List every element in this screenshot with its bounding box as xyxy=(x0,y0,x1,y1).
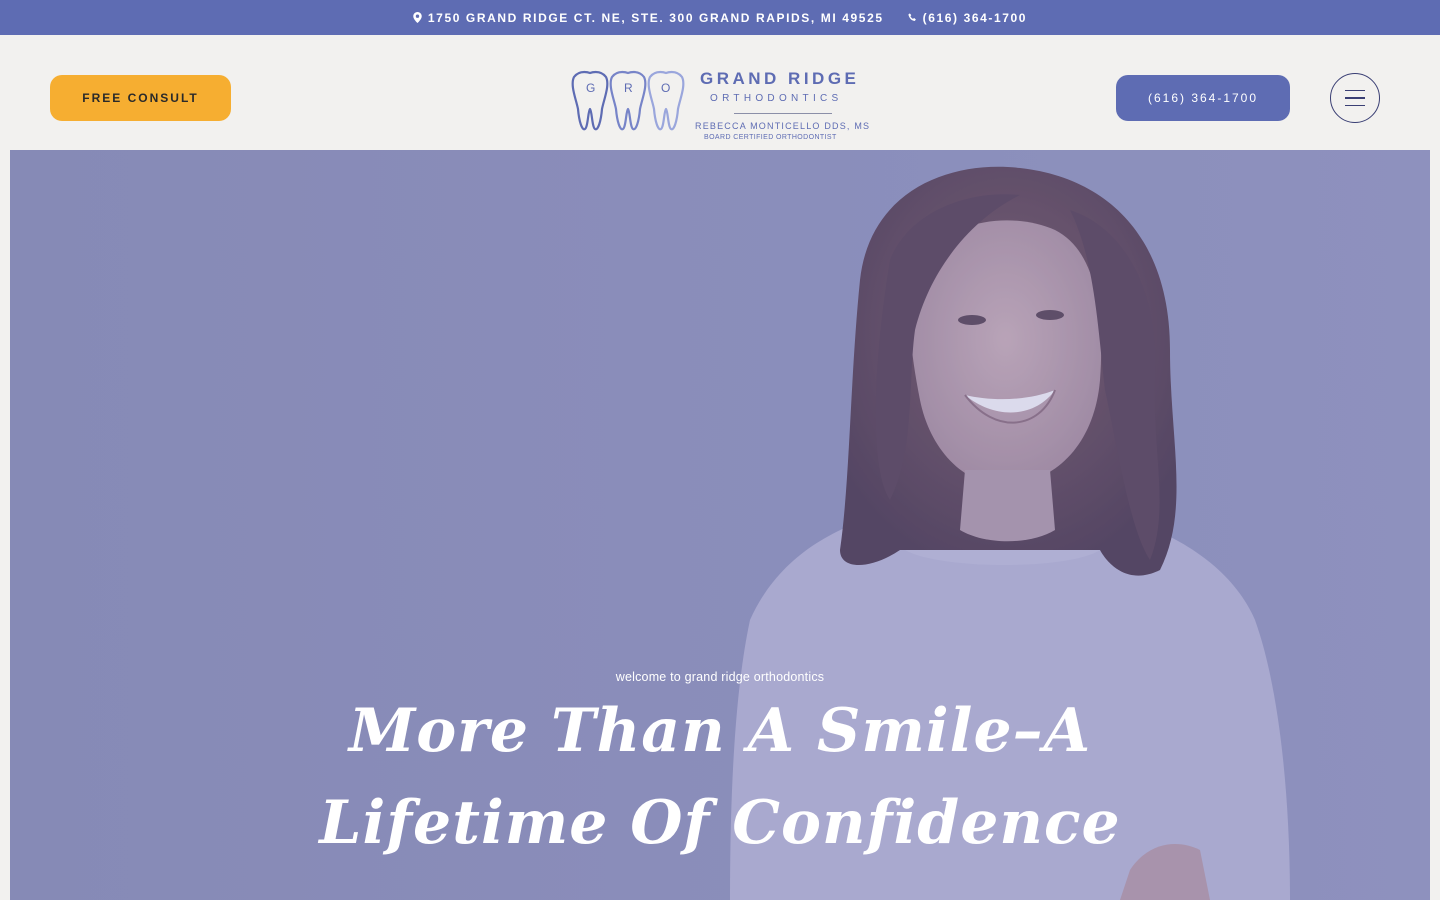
free-consult-button[interactable]: FREE CONSULT xyxy=(50,75,231,121)
logo-title: GRAND RIDGE xyxy=(700,69,860,88)
logo-letter-o: O xyxy=(661,81,670,95)
logo-certification: BOARD CERTIFIED ORTHODONTIST xyxy=(704,134,837,141)
address-item[interactable]: 1750 GRAND RIDGE CT. NE, STE. 300 GRAND … xyxy=(413,11,884,25)
phone-item[interactable]: (616) 364-1700 xyxy=(908,11,1027,25)
menu-line xyxy=(1345,104,1365,107)
phone-icon xyxy=(908,13,916,21)
logo-divider xyxy=(734,113,832,114)
logo-letter-r: R xyxy=(624,81,633,95)
logo-letter-g: G xyxy=(586,81,595,95)
hamburger-menu-icon[interactable] xyxy=(1330,73,1380,123)
hero-kicker: welcome to grand ridge orthodontics xyxy=(615,670,825,684)
phone-text: (616) 364-1700 xyxy=(922,10,1028,25)
address-text: 1750 GRAND RIDGE CT. NE, STE. 300 GRAND … xyxy=(427,10,884,25)
menu-line xyxy=(1345,89,1365,92)
tooth-logo-icon: G R O xyxy=(571,70,685,131)
site-logo[interactable]: G R O GRAND RIDGE ORTHODONTICS REBECCA M… xyxy=(568,67,878,147)
logo-subtitle: ORTHODONTICS xyxy=(710,93,843,104)
logo-doctor-name: REBECCA MONTICELLO DDS, MS xyxy=(695,121,871,131)
map-pin-icon xyxy=(413,12,422,23)
menu-line xyxy=(1345,97,1365,99)
call-phone-button[interactable]: (616) 364-1700 xyxy=(1116,75,1290,121)
hero-banner: welcome to grand ridge orthodontics More… xyxy=(10,150,1430,900)
site-header: FREE CONSULT G R O GRAND RIDGE ORTHODONT… xyxy=(0,35,1440,150)
top-info-bar: 1750 GRAND RIDGE CT. NE, STE. 300 GRAND … xyxy=(0,0,1440,35)
hero-title: More Than A Smile–A Lifetime Of Confiden… xyxy=(319,696,1121,858)
